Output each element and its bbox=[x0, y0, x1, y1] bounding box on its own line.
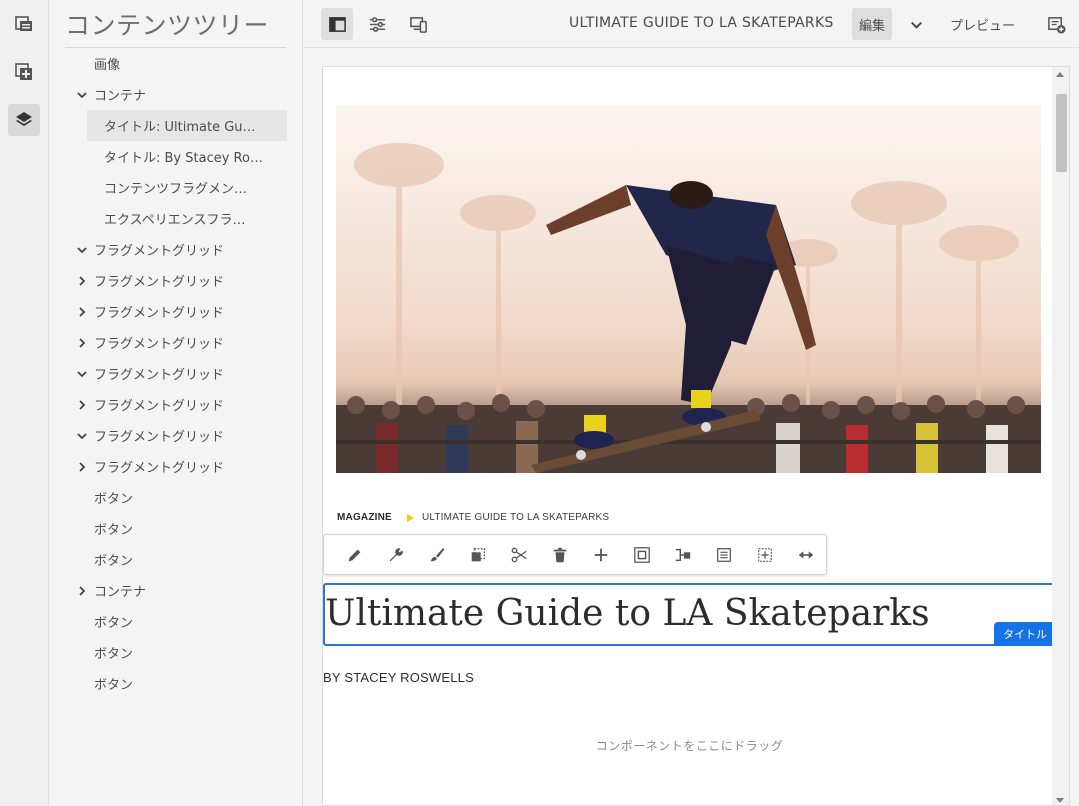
tree-item[interactable]: フラグメントグリッド bbox=[49, 389, 303, 420]
tree-item[interactable]: タイトル: Ultimate Gu… bbox=[87, 110, 287, 141]
byline[interactable]: BY STACEY ROSWELLS bbox=[323, 670, 474, 685]
chevron-down-icon[interactable] bbox=[76, 244, 88, 256]
tree-item-label: フラグメントグリッド bbox=[94, 275, 225, 290]
configure-icon[interactable] bbox=[375, 539, 416, 571]
breadcrumb-parent[interactable]: MAGAZINE bbox=[337, 512, 392, 523]
emulator-icon[interactable] bbox=[402, 8, 434, 40]
panel-title: コンテンツツリー bbox=[65, 11, 270, 40]
tree-item-label: タイトル: By Stacey Ro… bbox=[104, 151, 263, 166]
tree-item-label: ボタン bbox=[94, 616, 134, 631]
tree-item-label: フラグメントグリッド bbox=[94, 244, 225, 259]
copy-icon[interactable] bbox=[457, 539, 498, 571]
tree-item-label: フラグメントグリッド bbox=[94, 368, 225, 383]
tree-item-label: コンテンツフラグメン… bbox=[104, 182, 248, 197]
tree-item-label: ボタン bbox=[94, 523, 134, 538]
style-icon[interactable] bbox=[416, 539, 457, 571]
preview-button[interactable]: プレビュー bbox=[950, 15, 1015, 34]
tree-item-label: 画像 bbox=[94, 58, 121, 73]
title-component[interactable]: Ultimate Guide to LA Skateparks タイトル bbox=[323, 583, 1056, 646]
tree-item[interactable]: フラグメントグリッド bbox=[49, 358, 303, 389]
insert-icon[interactable] bbox=[580, 539, 621, 571]
tree-item[interactable]: コンテナ bbox=[49, 575, 303, 606]
drop-zone[interactable]: コンポーネントをここにドラッグ bbox=[323, 737, 1056, 754]
tree-item-label: エクスペリエンスフラ… bbox=[104, 213, 246, 228]
hero-image[interactable] bbox=[336, 105, 1041, 473]
chevron-right-icon[interactable] bbox=[76, 399, 88, 411]
vertical-scrollbar[interactable] bbox=[1052, 67, 1069, 805]
side-rail bbox=[0, 0, 49, 806]
page-name: ULTIMATE GUIDE TO LA SKATEPARKS bbox=[569, 15, 834, 31]
tree-item[interactable]: ボタン bbox=[49, 513, 303, 544]
add-component-icon[interactable] bbox=[8, 56, 40, 88]
tree-item-label: ボタン bbox=[94, 647, 134, 662]
layers-icon[interactable] bbox=[8, 104, 40, 136]
tree-item-label: フラグメントグリッド bbox=[94, 430, 225, 445]
chevron-down-icon[interactable] bbox=[76, 368, 88, 380]
chevron-right-icon[interactable] bbox=[76, 337, 88, 349]
tree-item[interactable]: ボタン bbox=[49, 668, 303, 699]
component-toolbar bbox=[323, 534, 827, 575]
breadcrumb: MAGAZINE ULTIMATE GUIDE TO LA SKATEPARKS bbox=[337, 512, 609, 523]
mode-edit-button[interactable]: 編集 bbox=[852, 8, 892, 40]
chevron-right-icon[interactable] bbox=[76, 275, 88, 287]
tree-item[interactable]: コンテンツフラグメン… bbox=[49, 172, 303, 203]
tree-item[interactable]: ボタン bbox=[49, 544, 303, 575]
tree-item[interactable]: タイトル: By Stacey Ro… bbox=[49, 141, 303, 172]
tree-item[interactable]: エクスペリエンスフラ… bbox=[49, 203, 303, 234]
editor-toolbar: ULTIMATE GUIDE TO LA SKATEPARKS 編集 プレビュー bbox=[304, 0, 1079, 48]
tree-item[interactable]: フラグメントグリッド bbox=[49, 451, 303, 482]
page-info-icon[interactable] bbox=[8, 8, 40, 40]
scroll-down-icon[interactable] bbox=[1056, 798, 1064, 803]
tree-item[interactable]: フラグメントグリッド bbox=[49, 296, 303, 327]
resize-icon[interactable] bbox=[785, 539, 826, 571]
tree-item-label: フラグメントグリッド bbox=[94, 399, 225, 414]
content-tree-panel: コンテンツツリー 画像 コンテナ タイトル: Ultimate Gu… タイトル: B… bbox=[49, 0, 303, 806]
chevron-down-icon[interactable] bbox=[76, 430, 88, 442]
edit-icon[interactable] bbox=[334, 539, 375, 571]
chevron-down-icon[interactable] bbox=[900, 8, 932, 40]
layout-icon[interactable] bbox=[703, 539, 744, 571]
select-parent-icon[interactable] bbox=[621, 539, 662, 571]
tree-item-label: フラグメントグリッド bbox=[94, 337, 225, 352]
tree-item-label: ボタン bbox=[94, 492, 134, 507]
chevron-right-icon[interactable] bbox=[76, 306, 88, 318]
breadcrumb-current: ULTIMATE GUIDE TO LA SKATEPARKS bbox=[421, 512, 610, 523]
tree-item-label: タイトル: Ultimate Gu… bbox=[104, 120, 256, 135]
content-tree: 画像 コンテナ タイトル: Ultimate Gu… タイトル: By Stacey … bbox=[49, 48, 303, 699]
tree-item[interactable]: フラグメントグリッド bbox=[49, 265, 303, 296]
tree-item-label: フラグメントグリッド bbox=[94, 306, 225, 321]
tree-item-label: フラグメントグリッド bbox=[94, 461, 225, 476]
page-title: Ultimate Guide to LA Skateparks bbox=[325, 593, 930, 634]
tree-item[interactable]: フラグメントグリッド bbox=[49, 234, 303, 265]
tree-item-label: ボタン bbox=[94, 678, 134, 693]
tree-item[interactable]: コンテナ bbox=[49, 79, 303, 110]
chevron-down-icon[interactable] bbox=[76, 89, 88, 101]
tree-item[interactable]: ボタン bbox=[49, 637, 303, 668]
annotations-icon[interactable] bbox=[1040, 8, 1072, 40]
tree-item[interactable]: ボタン bbox=[49, 606, 303, 637]
tree-item-label: コンテナ bbox=[94, 89, 147, 104]
breadcrumb-arrow-icon bbox=[406, 513, 414, 522]
toggle-side-panel-icon[interactable] bbox=[321, 8, 353, 40]
component-type-badge: タイトル bbox=[994, 622, 1056, 646]
page-canvas[interactable]: MAGAZINE ULTIMATE GUIDE TO LA SKATEPARKS… bbox=[322, 66, 1070, 806]
scroll-up-icon[interactable] bbox=[1056, 72, 1064, 77]
cut-icon[interactable] bbox=[498, 539, 539, 571]
tree-item[interactable]: フラグメントグリッド bbox=[49, 420, 303, 451]
tree-item[interactable]: ボタン bbox=[49, 482, 303, 513]
chevron-right-icon[interactable] bbox=[76, 585, 88, 597]
convert-to-experience-fragment-icon[interactable] bbox=[662, 539, 703, 571]
chevron-right-icon[interactable] bbox=[76, 461, 88, 473]
group-icon[interactable] bbox=[744, 539, 785, 571]
tree-item-label: コンテナ bbox=[94, 585, 147, 600]
tree-item[interactable]: フラグメントグリッド bbox=[49, 327, 303, 358]
tree-item[interactable]: 画像 bbox=[49, 48, 303, 79]
delete-icon[interactable] bbox=[539, 539, 580, 571]
page-properties-icon[interactable] bbox=[361, 8, 393, 40]
scroll-thumb[interactable] bbox=[1056, 94, 1067, 172]
tree-item-label: ボタン bbox=[94, 554, 134, 569]
